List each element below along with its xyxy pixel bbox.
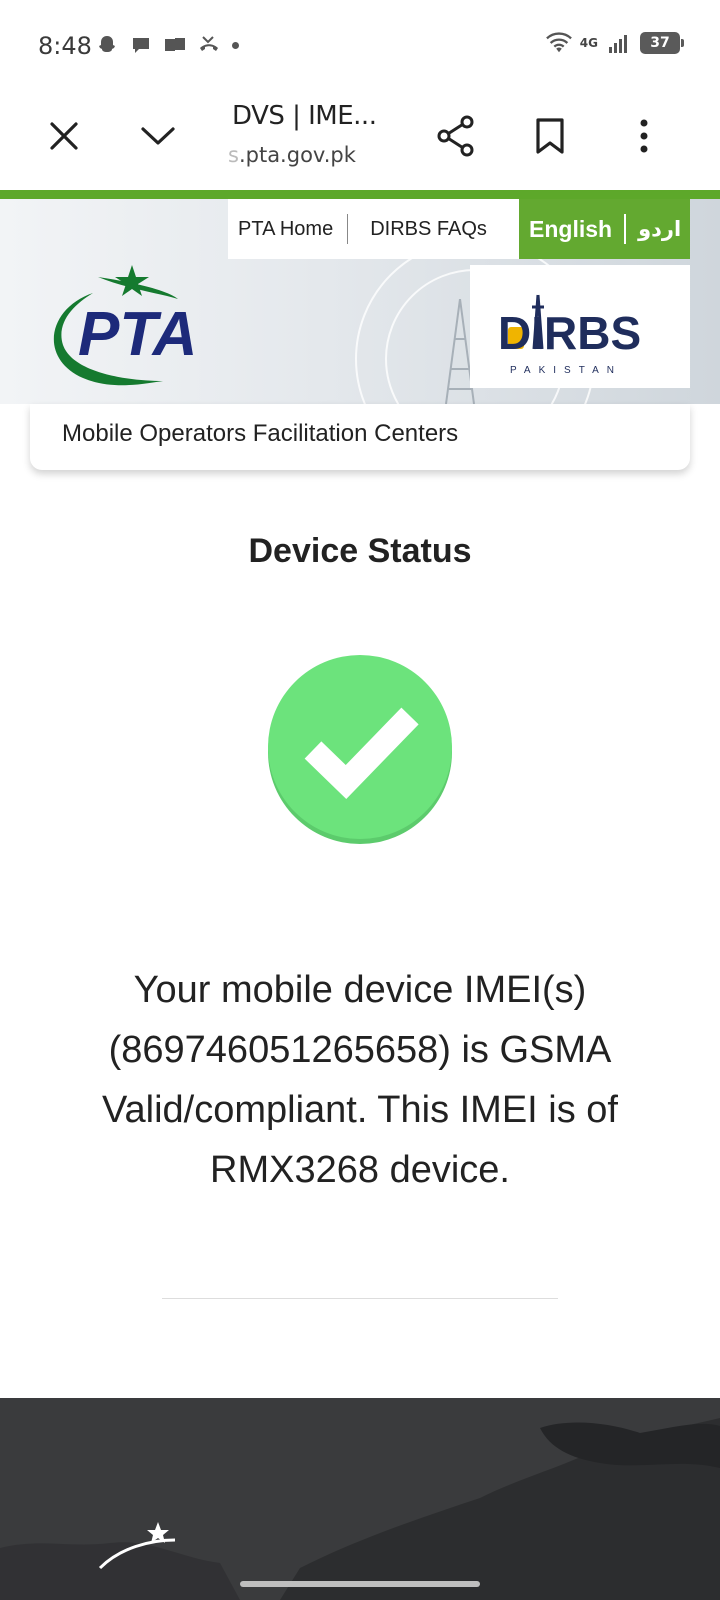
site-footer	[0, 1398, 720, 1600]
page-url[interactable]: s.pta.gov.pk	[228, 143, 356, 167]
lang-separator	[624, 214, 627, 244]
facilitation-centers-card[interactable]: Mobile Operators Facilitation Centers	[30, 404, 690, 470]
status-bar: 8:48 4G 37	[0, 0, 720, 92]
more-vertical-icon	[640, 119, 648, 153]
gesture-home-bar[interactable]	[240, 1581, 480, 1587]
dirbs-logo-graphic: DIRBS PAKISTAN	[498, 294, 641, 376]
top-nav: PTA Home DIRBS FAQs	[228, 199, 519, 259]
nav-dirbs-faqs[interactable]: DIRBS FAQs	[352, 218, 497, 241]
wifi-icon	[545, 30, 572, 56]
device-status-message: Your mobile device IMEI(s) (869746051265…	[101, 969, 618, 1191]
missed-call-icon	[196, 32, 222, 58]
check-circle-icon	[268, 655, 452, 844]
more-options-button[interactable]	[618, 110, 670, 162]
close-icon	[50, 122, 78, 150]
notification-icons	[94, 32, 239, 58]
site-header: PTA Home DIRBS FAQs English اردو PTA DIR…	[0, 199, 720, 404]
battery-level: 37	[640, 32, 684, 54]
share-icon	[437, 115, 474, 157]
more-notifications-dot	[232, 41, 239, 49]
page: 8:48 4G 37 DVS | IME... s.pta.gov.pk PTA…	[0, 0, 720, 1600]
device-status-heading: Device Status	[248, 532, 472, 570]
chat-icon	[128, 32, 154, 58]
page-title[interactable]: DVS | IME...	[232, 101, 377, 131]
dirbs-logo-text: DIRBS	[498, 307, 641, 359]
url-faded-part: s	[228, 143, 239, 167]
signal-icon	[606, 30, 632, 56]
nav-separator	[347, 214, 349, 244]
lang-english[interactable]: English	[519, 216, 612, 243]
dirbs-logo-subtext: PAKISTAN	[510, 365, 622, 376]
lang-urdu[interactable]: اردو	[638, 217, 681, 241]
share-button[interactable]	[430, 110, 482, 162]
minimize-button[interactable]	[132, 110, 184, 162]
footer-map-graphic	[0, 1418, 720, 1600]
nav-pta-home[interactable]: PTA Home	[228, 218, 343, 241]
system-icons: 4G 37	[545, 30, 684, 56]
chevron-down-icon	[141, 127, 175, 145]
dirbs-logo[interactable]: DIRBS PAKISTAN	[470, 265, 690, 388]
browser-toolbar: DVS | IME... s.pta.gov.pk	[0, 92, 720, 190]
pta-logo[interactable]: PTA	[38, 263, 228, 388]
photos-icon	[162, 32, 188, 58]
snapchat-icon	[94, 32, 120, 58]
close-button[interactable]	[38, 110, 90, 162]
url-domain: .pta.gov.pk	[238, 143, 356, 167]
facilitation-centers-link[interactable]: Mobile Operators Facilitation Centers	[62, 420, 458, 448]
bookmark-icon	[536, 118, 564, 154]
content-divider	[162, 1298, 558, 1299]
status-time: 8:48	[38, 32, 92, 60]
bookmark-button[interactable]	[524, 110, 576, 162]
network-type: 4G	[579, 36, 598, 50]
pta-logo-text: PTA	[78, 300, 197, 369]
language-switcher: English اردو	[519, 199, 690, 259]
accent-line	[0, 190, 720, 199]
